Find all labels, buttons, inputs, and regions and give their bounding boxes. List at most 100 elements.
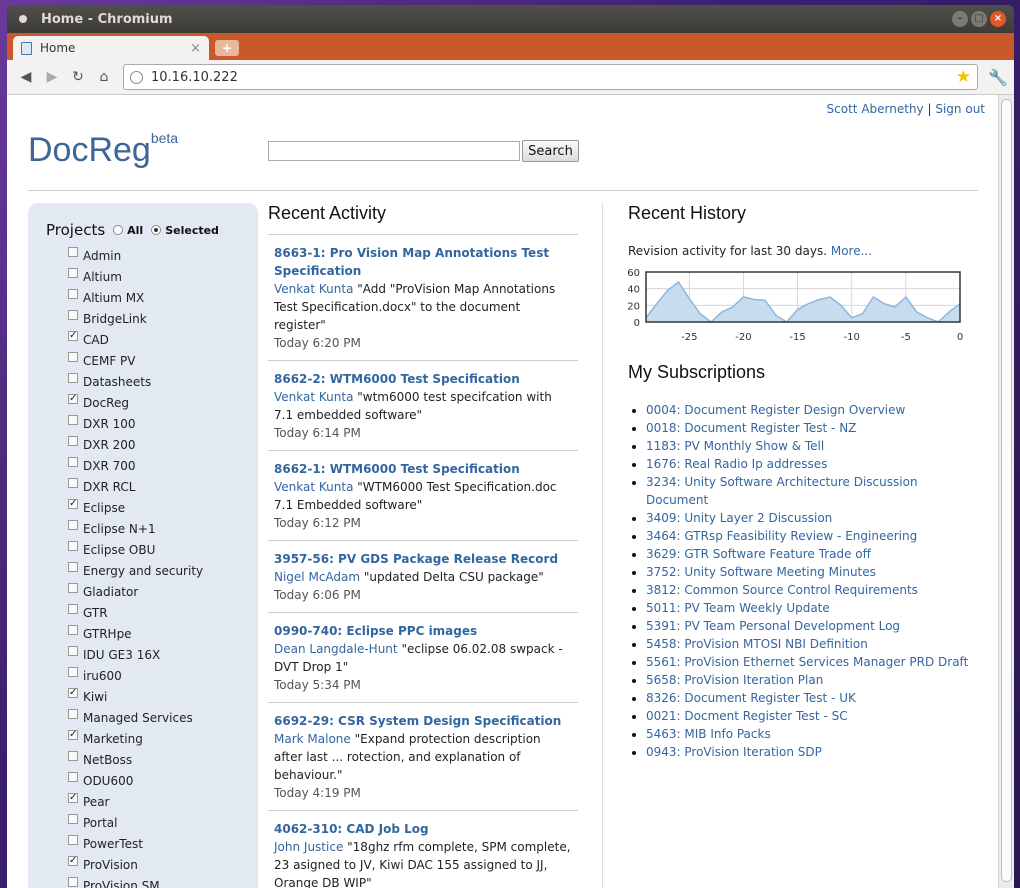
subscription-link[interactable]: 3234: Unity Software Architecture Discus… xyxy=(646,475,918,507)
project-checkbox[interactable] xyxy=(68,771,78,782)
search-button[interactable]: Search xyxy=(522,140,579,162)
project-item[interactable]: ✓ Kiwi xyxy=(68,686,258,707)
project-checkbox[interactable]: ✓ xyxy=(68,855,78,866)
project-item[interactable]: ✓ DocReg xyxy=(68,392,258,413)
subscription-link[interactable]: 0018: Document Register Test - NZ xyxy=(646,421,856,435)
project-checkbox[interactable] xyxy=(68,540,78,551)
subscription-link[interactable]: 5391: PV Team Personal Development Log xyxy=(646,619,900,633)
subscription-link[interactable]: 3752: Unity Software Meeting Minutes xyxy=(646,565,876,579)
scrollbar-thumb[interactable] xyxy=(1001,99,1012,882)
minimize-button[interactable]: – xyxy=(952,11,968,27)
address-bar[interactable]: 10.16.10.222 ★ xyxy=(123,64,978,90)
project-item[interactable]: Altium xyxy=(68,266,258,287)
project-item[interactable]: DXR RCL xyxy=(68,476,258,497)
wrench-icon[interactable]: 🔧 xyxy=(988,68,1008,87)
activity-user-link[interactable]: Venkat Kunta xyxy=(274,480,353,494)
subscription-link[interactable]: 0943: ProVision Iteration SDP xyxy=(646,745,822,759)
project-checkbox[interactable] xyxy=(68,750,78,761)
project-checkbox[interactable]: ✓ xyxy=(68,729,78,740)
home-icon[interactable]: ⌂ xyxy=(91,69,117,85)
subscription-link[interactable]: 3409: Unity Layer 2 Discussion xyxy=(646,511,832,525)
activity-title-link[interactable]: 0990-740: Eclipse PPC images xyxy=(274,624,477,638)
project-item[interactable]: IDU GE3 16X xyxy=(68,644,258,665)
maximize-button[interactable]: □ xyxy=(971,11,987,27)
activity-title-link[interactable]: 8662-1: WTM6000 Test Specification xyxy=(274,462,520,476)
activity-user-link[interactable]: Venkat Kunta xyxy=(274,390,353,404)
project-checkbox[interactable] xyxy=(68,435,78,446)
search-input[interactable] xyxy=(268,141,520,161)
project-checkbox[interactable] xyxy=(68,603,78,614)
project-checkbox[interactable]: ✓ xyxy=(68,792,78,803)
subscription-link[interactable]: 5561: ProVision Ethernet Services Manage… xyxy=(646,655,968,669)
subscription-link[interactable]: 3629: GTR Software Feature Trade off xyxy=(646,547,871,561)
project-item[interactable]: GTR xyxy=(68,602,258,623)
activity-title-link[interactable]: 3957-56: PV GDS Package Release Record xyxy=(274,552,558,566)
project-item[interactable]: Admin xyxy=(68,245,258,266)
project-item[interactable]: ODU600 xyxy=(68,770,258,791)
back-icon[interactable]: ◀ xyxy=(13,69,39,85)
bookmark-star-icon[interactable]: ★ xyxy=(956,67,971,87)
subscription-link[interactable]: 5658: ProVision Iteration Plan xyxy=(646,673,823,687)
project-checkbox[interactable] xyxy=(68,582,78,593)
activity-title-link[interactable]: 4062-310: CAD Job Log xyxy=(274,822,429,836)
project-item[interactable]: DXR 700 xyxy=(68,455,258,476)
subscription-link[interactable]: 0021: Docment Register Test - SC xyxy=(646,709,848,723)
project-checkbox[interactable] xyxy=(68,624,78,635)
project-checkbox[interactable]: ✓ xyxy=(68,393,78,404)
subscription-link[interactable]: 1183: PV Monthly Show & Tell xyxy=(646,439,824,453)
tab-close-icon[interactable]: × xyxy=(190,41,201,56)
project-checkbox[interactable] xyxy=(68,561,78,572)
project-checkbox[interactable] xyxy=(68,288,78,299)
project-checkbox[interactable] xyxy=(68,834,78,845)
project-item[interactable]: DXR 200 xyxy=(68,434,258,455)
subscription-link[interactable]: 5011: PV Team Weekly Update xyxy=(646,601,830,615)
activity-user-link[interactable]: John Justice xyxy=(274,840,343,854)
subscription-link[interactable]: 0004: Document Register Design Overview xyxy=(646,403,905,417)
project-item[interactable]: ProVision SM xyxy=(68,875,258,888)
project-checkbox[interactable] xyxy=(68,666,78,677)
project-checkbox[interactable] xyxy=(68,876,78,887)
project-item[interactable]: DXR 100 xyxy=(68,413,258,434)
project-item[interactable]: ✓ CAD xyxy=(68,329,258,350)
project-item[interactable]: ✓ ProVision xyxy=(68,854,258,875)
new-tab-button[interactable]: + xyxy=(215,40,239,56)
project-checkbox[interactable] xyxy=(68,309,78,320)
filter-all[interactable]: All xyxy=(113,224,143,237)
close-button[interactable]: × xyxy=(990,11,1006,27)
project-item[interactable]: PowerTest xyxy=(68,833,258,854)
project-item[interactable]: CEMF PV xyxy=(68,350,258,371)
subscription-link[interactable]: 3812: Common Source Control Requirements xyxy=(646,583,918,597)
vertical-scrollbar[interactable] xyxy=(998,95,1014,888)
project-item[interactable]: ✓ Pear xyxy=(68,791,258,812)
user-name-link[interactable]: Scott Abernethy xyxy=(827,102,924,116)
project-checkbox[interactable] xyxy=(68,477,78,488)
project-item[interactable]: iru600 xyxy=(68,665,258,686)
subscription-link[interactable]: 5463: MIB Info Packs xyxy=(646,727,771,741)
project-item[interactable]: Gladiator xyxy=(68,581,258,602)
sign-out-link[interactable]: Sign out xyxy=(935,102,985,116)
subscription-link[interactable]: 1676: Real Radio Ip addresses xyxy=(646,457,827,471)
project-item[interactable]: Energy and security xyxy=(68,560,258,581)
project-item[interactable]: NetBoss xyxy=(68,749,258,770)
forward-icon[interactable]: ▶ xyxy=(39,69,65,85)
docreg-logo[interactable]: DocRegbeta xyxy=(28,130,178,170)
project-item[interactable]: Altium MX xyxy=(68,287,258,308)
project-checkbox[interactable] xyxy=(68,456,78,467)
project-item[interactable]: Eclipse N+1 xyxy=(68,518,258,539)
filter-selected[interactable]: Selected xyxy=(151,224,219,237)
project-item[interactable]: ✓ Eclipse xyxy=(68,497,258,518)
reload-icon[interactable]: ↻ xyxy=(65,69,91,85)
project-item[interactable]: Portal xyxy=(68,812,258,833)
project-checkbox[interactable] xyxy=(68,351,78,362)
project-item[interactable]: Managed Services xyxy=(68,707,258,728)
project-item[interactable]: Datasheets xyxy=(68,371,258,392)
subscription-link[interactable]: 8326: Document Register Test - UK xyxy=(646,691,856,705)
activity-user-link[interactable]: Nigel McAdam xyxy=(274,570,360,584)
project-checkbox[interactable] xyxy=(68,246,78,257)
activity-title-link[interactable]: 6692-29: CSR System Design Specification xyxy=(274,714,561,728)
project-checkbox[interactable] xyxy=(68,414,78,425)
activity-title-link[interactable]: 8662-2: WTM6000 Test Specification xyxy=(274,372,520,386)
project-item[interactable]: ✓ Marketing xyxy=(68,728,258,749)
project-checkbox[interactable] xyxy=(68,708,78,719)
filter-all-radio[interactable] xyxy=(113,225,124,235)
